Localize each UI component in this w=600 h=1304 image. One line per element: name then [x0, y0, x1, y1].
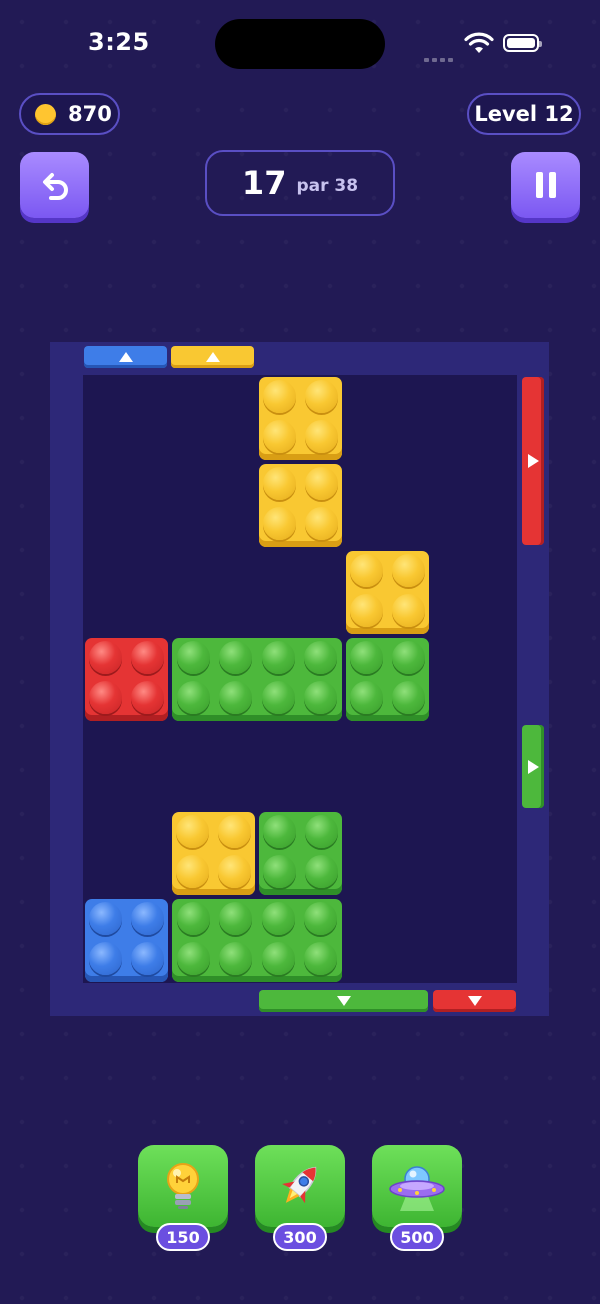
- rocket-cost: 300: [283, 1227, 317, 1247]
- coin-icon: [35, 103, 56, 125]
- stud: [263, 380, 297, 414]
- block-yellow[interactable]: [259, 377, 342, 460]
- rocket-powerup-button[interactable]: [255, 1145, 345, 1227]
- hint-cost-badge: 150: [156, 1223, 210, 1251]
- undo-button[interactable]: [20, 152, 89, 218]
- stud: [263, 467, 297, 501]
- stud: [263, 854, 297, 888]
- stud: [304, 941, 338, 975]
- stud: [263, 506, 297, 540]
- game-board[interactable]: [83, 375, 517, 983]
- stud: [304, 380, 338, 414]
- exit-green-right: [522, 725, 544, 808]
- stud: [350, 554, 384, 588]
- stud: [261, 902, 295, 936]
- stud: [130, 941, 164, 975]
- cellular-signal-icon: [424, 47, 456, 62]
- stud: [89, 941, 123, 975]
- stud: [176, 641, 210, 675]
- undo-icon: [42, 173, 68, 200]
- stud: [350, 641, 384, 675]
- stud: [263, 419, 297, 453]
- block-green[interactable]: [172, 638, 342, 721]
- stud: [304, 419, 338, 453]
- stud: [217, 815, 251, 849]
- block-yellow[interactable]: [172, 812, 255, 895]
- exit-red-right: [522, 377, 544, 545]
- stud: [304, 641, 338, 675]
- stud: [350, 680, 384, 714]
- exit-yellow-top: [171, 346, 254, 368]
- stud: [130, 902, 164, 936]
- stud: [391, 680, 425, 714]
- dynamic-island: [215, 19, 385, 69]
- stud: [89, 680, 123, 714]
- stud: [391, 641, 425, 675]
- stud: [391, 554, 425, 588]
- stud: [304, 680, 338, 714]
- wifi-icon: [464, 32, 494, 53]
- ufo-cost-badge: 500: [390, 1223, 444, 1251]
- block-green[interactable]: [259, 812, 342, 895]
- stud: [130, 680, 164, 714]
- block-red[interactable]: [85, 638, 168, 721]
- stud: [176, 902, 210, 936]
- stud: [176, 854, 210, 888]
- stud: [304, 815, 338, 849]
- stud: [217, 854, 251, 888]
- stud: [391, 593, 425, 627]
- coin-count: 870: [68, 102, 112, 126]
- block-green[interactable]: [346, 638, 429, 721]
- exit-green-bottom: [259, 990, 428, 1012]
- level-indicator: Level 12: [467, 93, 581, 135]
- stud: [89, 641, 123, 675]
- stud: [304, 902, 338, 936]
- rocket-icon: [282, 1166, 317, 1204]
- ufo-powerup-button[interactable]: [372, 1145, 462, 1227]
- stud: [304, 467, 338, 501]
- rocket-cost-badge: 300: [273, 1223, 327, 1251]
- stud: [350, 593, 384, 627]
- block-blue[interactable]: [85, 899, 168, 982]
- par-label: par 38: [296, 176, 359, 196]
- stud: [263, 815, 297, 849]
- exit-blue-top: [84, 346, 167, 368]
- coin-balance: 870: [19, 93, 120, 135]
- pause-icon: [533, 172, 559, 198]
- stud: [304, 506, 338, 540]
- block-green[interactable]: [172, 899, 342, 982]
- ufo-icon: [389, 1166, 445, 1211]
- stud: [219, 902, 253, 936]
- stud: [261, 941, 295, 975]
- stud: [219, 680, 253, 714]
- pause-button[interactable]: [511, 152, 580, 218]
- stud: [130, 641, 164, 675]
- stud: [176, 815, 210, 849]
- level-label: Level 12: [474, 102, 574, 126]
- lightbulb-icon: [167, 1163, 199, 1209]
- block-yellow[interactable]: [259, 464, 342, 547]
- stud: [89, 902, 123, 936]
- stud: [176, 941, 210, 975]
- stud: [261, 641, 295, 675]
- stud: [176, 680, 210, 714]
- block-yellow[interactable]: [346, 551, 429, 634]
- stud: [219, 641, 253, 675]
- moves-count: 17: [241, 164, 287, 202]
- stud: [304, 854, 338, 888]
- ufo-cost: 500: [400, 1227, 434, 1247]
- status-time: 3:25: [88, 28, 150, 56]
- stud: [261, 680, 295, 714]
- hint-powerup-button[interactable]: [138, 1145, 228, 1227]
- hint-cost: 150: [166, 1227, 200, 1247]
- battery-icon: [503, 34, 542, 52]
- stud: [219, 941, 253, 975]
- moves-counter: 17 par 38: [205, 150, 395, 216]
- exit-red-bottom: [433, 990, 516, 1012]
